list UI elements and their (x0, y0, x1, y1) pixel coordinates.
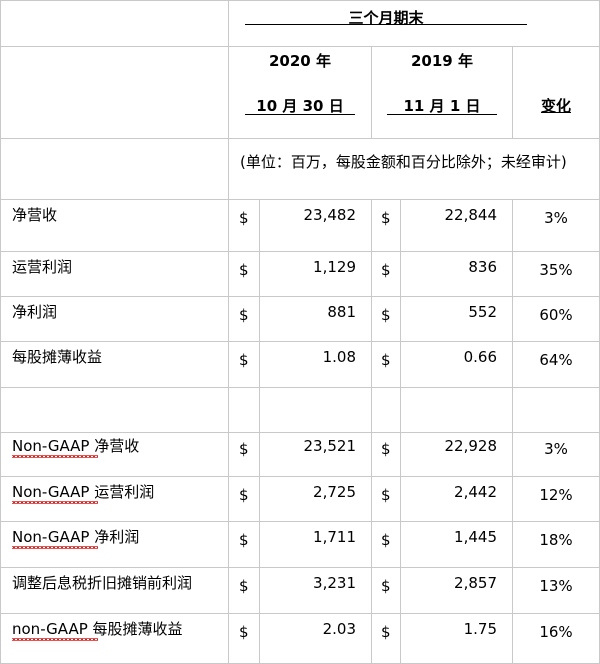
spellcheck-underline (12, 501, 98, 504)
value-2019: 2,857 (454, 574, 497, 592)
column-2019-date: 11 月 1 日 (403, 97, 481, 115)
currency-symbol: $ (381, 209, 391, 227)
row-divider (0, 432, 600, 433)
value-2020: 23,482 (303, 206, 357, 224)
row-label: non-GAAP 每股摊薄收益 (12, 620, 183, 638)
row-divider (0, 613, 600, 614)
row-label: 调整后息税折旧摊销前利润 (12, 574, 193, 592)
value-2019: 2,442 (454, 483, 497, 501)
currency-symbol: $ (381, 531, 391, 549)
currency-symbol: $ (381, 351, 391, 369)
currency-symbol: $ (239, 351, 249, 369)
currency-symbol: $ (381, 623, 391, 641)
column-2019-underline (387, 114, 497, 115)
value-2019: 1,445 (454, 528, 497, 546)
change-percent: 35% (539, 261, 573, 279)
change-percent: 13% (539, 577, 573, 595)
row-label: 净利润 (12, 303, 58, 321)
spellcheck-underline (12, 638, 98, 641)
value-2019: 22,844 (444, 206, 498, 224)
row-label: 运营利润 (12, 258, 73, 276)
row-divider (0, 296, 600, 297)
row-label: 每股摊薄收益 (12, 348, 103, 366)
currency-symbol: $ (381, 261, 391, 279)
column-2020-date: 10 月 30 日 (256, 97, 344, 115)
column-2020-year: 2020 年 (269, 52, 331, 70)
value-2020: 2.03 (322, 620, 356, 638)
value-2020: 1,711 (313, 528, 356, 546)
row-label: Non-GAAP 净利润 (12, 528, 140, 546)
change-percent: 16% (539, 623, 573, 641)
value-2019: 0.66 (463, 348, 497, 366)
column-2019-year: 2019 年 (411, 52, 473, 70)
value-2020: 881 (327, 303, 356, 321)
row-divider (0, 46, 600, 47)
currency-symbol: $ (381, 577, 391, 595)
value-2019: 1.75 (463, 620, 497, 638)
row-label: 净营收 (12, 206, 58, 224)
currency-symbol: $ (239, 306, 249, 324)
table-border-left (0, 0, 1, 664)
units-note: (单位：百万，每股金额和百分比除外；未经审计) (240, 153, 567, 171)
row-divider (0, 476, 600, 477)
row-label: Non-GAAP 净营收 (12, 437, 140, 455)
currency-symbol: $ (239, 209, 249, 227)
currency-symbol: $ (239, 440, 249, 458)
currency-symbol: $ (381, 440, 391, 458)
spellcheck-underline (12, 455, 98, 458)
value-2020: 23,521 (303, 437, 357, 455)
row-divider (0, 199, 600, 200)
row-divider (0, 138, 600, 139)
value-2020: 1,129 (313, 258, 356, 276)
row-divider (0, 251, 600, 252)
change-percent: 3% (544, 440, 568, 458)
row-divider (0, 387, 600, 388)
currency-symbol: $ (239, 486, 249, 504)
value-2020: 1.08 (322, 348, 356, 366)
value-2019: 552 (468, 303, 497, 321)
change-percent: 64% (539, 351, 573, 369)
currency-symbol: $ (239, 531, 249, 549)
row-label: Non-GAAP 运营利润 (12, 483, 155, 501)
spellcheck-underline (12, 546, 98, 549)
financial-table: 三个月期末 2020 年 10 月 30 日 2019 年 11 月 1 日 变… (0, 0, 600, 664)
change-percent: 3% (544, 209, 568, 227)
period-title-underline (245, 24, 527, 25)
column-2020-underline (245, 114, 355, 115)
value-2020: 3,231 (313, 574, 356, 592)
value-2019: 22,928 (444, 437, 498, 455)
currency-symbol: $ (381, 486, 391, 504)
currency-symbol: $ (239, 577, 249, 595)
column-change: 变化 (540, 97, 571, 115)
change-percent: 60% (539, 306, 573, 324)
change-percent: 18% (539, 531, 573, 549)
currency-symbol: $ (239, 623, 249, 641)
row-divider (0, 0, 600, 1)
column-divider (512, 46, 513, 138)
row-divider (0, 341, 600, 342)
row-divider (0, 567, 600, 568)
value-2020: 2,725 (313, 483, 356, 501)
value-2019: 836 (468, 258, 497, 276)
change-percent: 12% (539, 486, 573, 504)
currency-symbol: $ (239, 261, 249, 279)
currency-symbol: $ (381, 306, 391, 324)
row-divider (0, 521, 600, 522)
